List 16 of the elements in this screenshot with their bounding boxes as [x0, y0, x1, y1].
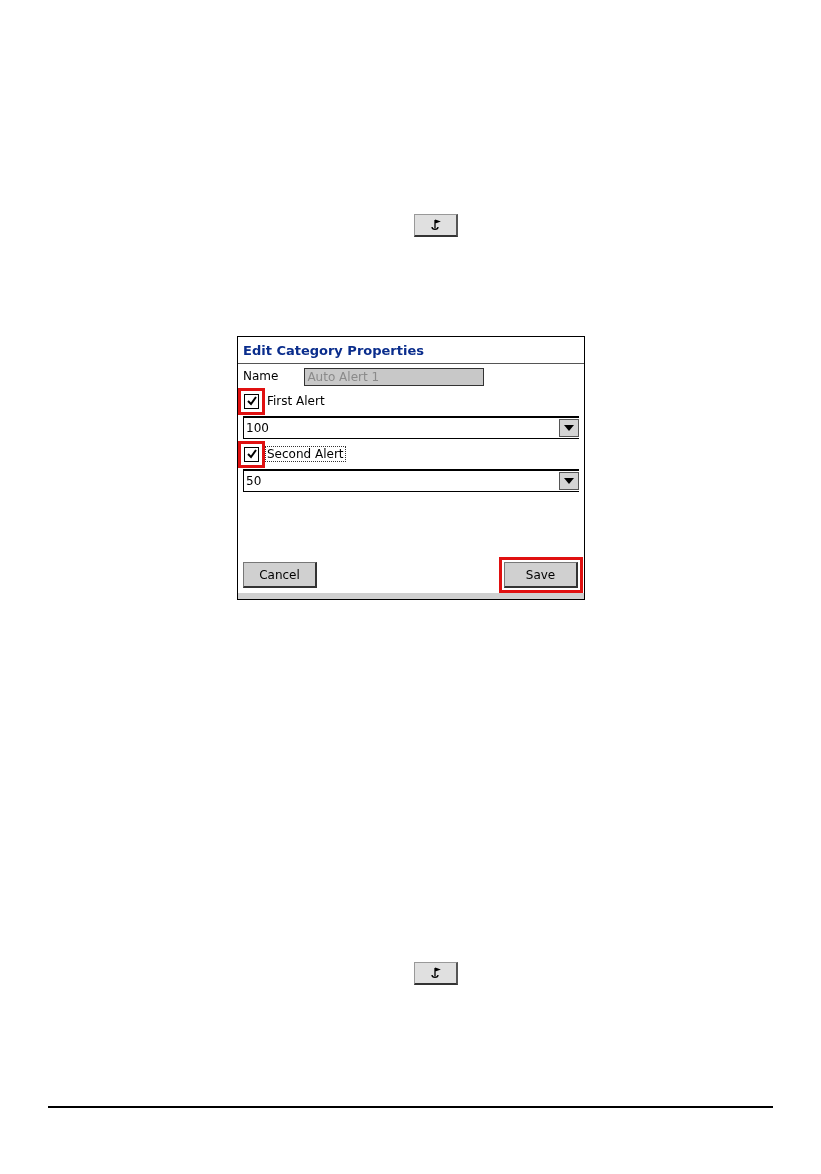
- caret-icon: [559, 472, 579, 490]
- dialog-button[interactable]: Save: [504, 562, 578, 588]
- dropdown[interactable]: 100: [243, 416, 579, 439]
- checkbox-label: First Alert: [266, 393, 326, 409]
- name-label: Name: [243, 369, 279, 383]
- checkbox[interactable]: [244, 393, 259, 409]
- flag-button[interactable]: [413, 962, 458, 985]
- dialog-button[interactable]: Cancel: [243, 562, 317, 588]
- dialog-title: Edit Category Properties: [238, 337, 584, 364]
- caret-icon: [559, 419, 579, 437]
- flag-button[interactable]: [413, 214, 458, 237]
- checkbox-label: Second Alert: [265, 446, 346, 462]
- flag-icon: [428, 966, 442, 980]
- flag-icon: [428, 218, 442, 232]
- dropdown[interactable]: 50: [243, 469, 579, 492]
- checkbox[interactable]: [244, 446, 259, 462]
